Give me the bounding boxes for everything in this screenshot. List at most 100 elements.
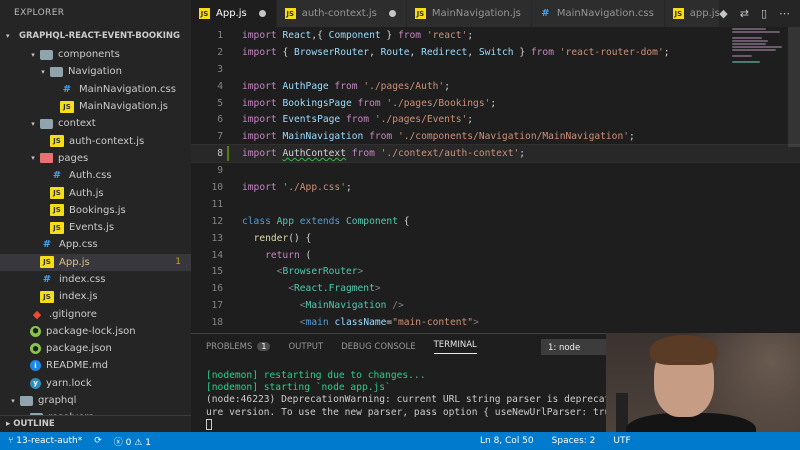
code-token: className <box>334 317 387 329</box>
css-file-icon: # <box>541 8 550 19</box>
code-line[interactable]: 11 <box>191 196 800 213</box>
terminal-select-value: 1: node <box>548 343 581 353</box>
code-line[interactable]: 9 <box>191 162 800 179</box>
tree-item[interactable]: i README.md <box>0 357 191 374</box>
code-token: './context/auth-context' <box>380 148 520 160</box>
sync-button[interactable]: ⟳ <box>94 436 102 446</box>
panel-tab-problems[interactable]: PROBLEMS 1 <box>206 342 271 352</box>
explorer-title: EXPLORER <box>14 8 65 18</box>
js-file-icon: JS <box>50 221 64 234</box>
tree-item[interactable]: ▾ pages <box>0 150 191 167</box>
tree-item-label: MainNavigation.js <box>79 101 168 113</box>
code-token: './components/Navigation/MainNavigation' <box>397 131 630 143</box>
panel-tab-debug-console[interactable]: DEBUG CONSOLE <box>341 342 415 352</box>
tree-item-label: yarn.lock <box>46 377 92 389</box>
code-line[interactable]: 18 <main className="main-content"> <box>191 314 800 331</box>
code-editor[interactable]: 1 import React,{ Component } from 'react'… <box>191 27 800 333</box>
status-bar: ⑂ 13-react-auth* ⟳ ⓧ 0 ⚠ 1 Ln 8, Col 50 … <box>0 432 800 450</box>
code-line[interactable]: 1 import React,{ Component } from 'react'… <box>191 27 800 44</box>
tree-item[interactable]: JS Bookings.js <box>0 202 191 219</box>
code-line[interactable]: 7 import MainNavigation from './component… <box>191 128 800 145</box>
git-compare-icon[interactable]: ◆ <box>719 7 727 20</box>
code-token: ; <box>444 80 450 92</box>
encoding[interactable]: UTF <box>613 436 630 446</box>
code-line[interactable]: 14 return ( <box>191 247 800 264</box>
code-token: App <box>276 215 300 227</box>
code-line[interactable]: 5 import BookingsPage from './pages/Booki… <box>191 95 800 112</box>
outline-section[interactable]: ▸ OUTLINE <box>0 415 191 432</box>
branch-indicator[interactable]: ⑂ 13-react-auth* <box>8 436 82 446</box>
js-file-icon: JS <box>50 135 64 148</box>
code-line[interactable]: 13 render() { <box>191 230 800 247</box>
tree-item[interactable]: # MainNavigation.css <box>0 81 191 98</box>
line-number: 8 <box>217 148 223 160</box>
tree-item[interactable]: JS Events.js <box>0 219 191 236</box>
tree-item[interactable]: JS auth-context.js <box>0 132 191 149</box>
cursor-position[interactable]: Ln 8, Col 50 <box>480 436 534 446</box>
tab-mainnavigation-css[interactable]: # MainNavigation.css <box>531 0 665 27</box>
code-token: from <box>357 97 387 109</box>
panel-tab-output[interactable]: OUTPUT <box>288 342 323 352</box>
tab-app-js[interactable]: JS App.js <box>191 0 277 27</box>
tree-item[interactable]: # Auth.css <box>0 167 191 184</box>
code-line[interactable]: 16 <React.Fragment> <box>191 280 800 297</box>
code-line[interactable]: 8 import AuthContext from './context/auth… <box>191 144 800 164</box>
editor-scrollbar[interactable] <box>788 27 800 147</box>
code-line[interactable]: 10 import './App.css'; <box>191 179 800 196</box>
problem-badge: 1 <box>175 257 181 268</box>
chevron-down-icon: ▾ <box>31 154 35 163</box>
tree-item-label: context <box>58 118 96 130</box>
more-actions-icon[interactable]: ⋯ <box>779 7 790 20</box>
unsaved-dot-icon[interactable] <box>258 10 266 17</box>
tree-item[interactable]: ⬢ package-lock.json <box>0 323 191 340</box>
line-number: 5 <box>217 97 223 109</box>
indentation[interactable]: Spaces: 2 <box>552 436 596 446</box>
warning-icon: ⚠ <box>134 437 143 448</box>
code-line[interactable]: 6 import EventsPage from './pages/Events'… <box>191 111 800 128</box>
tree-item[interactable]: ⬢ package.json <box>0 340 191 357</box>
code-token: import <box>242 148 283 160</box>
tab-label: app.js <box>689 8 720 19</box>
tree-item[interactable]: JS index.js <box>0 288 191 305</box>
unsaved-dot-icon[interactable] <box>388 10 396 17</box>
tree-item[interactable]: # App.css <box>0 236 191 253</box>
yarn-icon: y <box>30 377 41 389</box>
code-line[interactable]: 12 class App extends Component { <box>191 213 800 230</box>
file-tree: ▾ components ▾ Navigation # MainNavigation.cs… <box>0 46 191 427</box>
tree-item[interactable]: y yarn.lock <box>0 375 191 392</box>
tab-auth-context-js[interactable]: JS auth-context.js <box>276 0 407 27</box>
folder-icon <box>20 395 33 406</box>
code-token: > <box>374 283 381 295</box>
code-token: () { <box>288 232 312 244</box>
project-header[interactable]: ▾ GRAPHQL-REACT-EVENT-BOOKING <box>0 26 191 46</box>
code-line[interactable]: 2 import { BrowserRouter, Route, Redirect… <box>191 44 800 61</box>
code-text: <BrowserRouter> <box>242 266 364 277</box>
tree-item[interactable]: ◆ .gitignore <box>0 305 191 322</box>
tab-mainnavigation-js[interactable]: JS MainNavigation.js <box>406 0 532 27</box>
code-line[interactable]: 15 <BrowserRouter> <box>191 263 800 280</box>
tree-item[interactable]: ▾ graphql <box>0 392 191 409</box>
tree-item[interactable]: JS MainNavigation.js <box>0 98 191 115</box>
tree-item[interactable]: ▾ Navigation <box>0 63 191 80</box>
code-token: } <box>380 29 398 41</box>
panel-tab-terminal[interactable]: TERMINAL <box>433 340 477 354</box>
tree-item[interactable]: ▾ context <box>0 115 191 132</box>
code-token: import <box>242 181 283 193</box>
outline-label: OUTLINE <box>13 419 55 429</box>
code-line[interactable]: 17 <MainNavigation /> <box>191 297 800 314</box>
open-changes-icon[interactable]: ⇄ <box>740 7 749 20</box>
code-token: , <box>409 46 422 58</box>
tree-item[interactable]: ▾ components <box>0 46 191 63</box>
code-line[interactable]: 3 <box>191 61 800 78</box>
code-line[interactable]: 4 import AuthPage from './pages/Auth'; <box>191 78 800 95</box>
tree-item[interactable]: JS App.js 1 <box>0 253 191 271</box>
tree-item[interactable]: # index.css <box>0 271 191 288</box>
tree-item[interactable]: JS Auth.js <box>0 184 191 201</box>
split-editor-icon[interactable]: ▯ <box>761 7 767 20</box>
minimap[interactable] <box>732 27 786 87</box>
code-token: } <box>513 46 531 58</box>
line-number: 13 <box>211 232 223 244</box>
git-modified-marker[interactable] <box>227 146 229 162</box>
problems-indicator[interactable]: ⓧ 0 ⚠ 1 <box>114 435 151 448</box>
tab-label: App.js <box>216 8 247 19</box>
